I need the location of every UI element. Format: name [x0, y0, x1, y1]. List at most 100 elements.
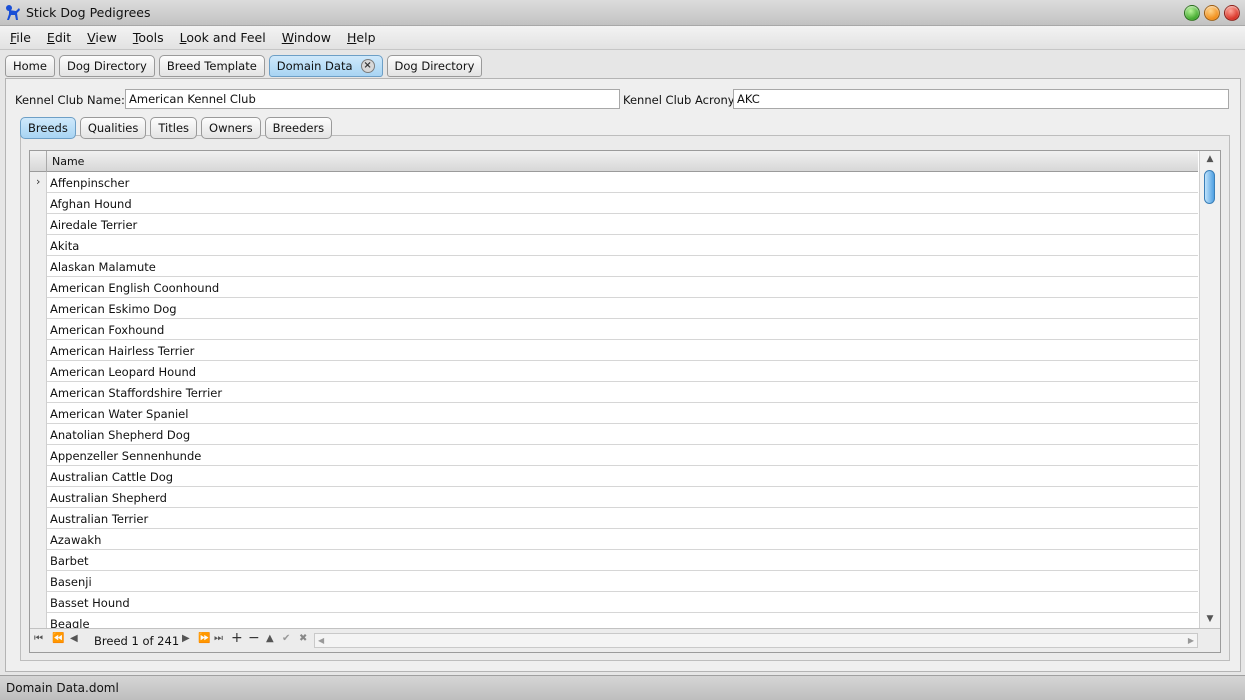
- tab-breed-template[interactable]: Breed Template: [158, 55, 265, 77]
- row-selector[interactable]: [30, 361, 47, 382]
- tab-home[interactable]: Home: [5, 55, 55, 77]
- minimize-button[interactable]: [1204, 5, 1220, 21]
- row-selector[interactable]: [30, 466, 47, 487]
- first-page-icon[interactable]: ⏮: [34, 633, 43, 644]
- tab-label: Dog Directory: [394, 59, 475, 73]
- tab-domain-data[interactable]: Domain Data ×: [268, 55, 383, 77]
- vertical-scrollbar[interactable]: ▲ ▼: [1199, 151, 1220, 628]
- row-selector[interactable]: [30, 235, 47, 256]
- table-row[interactable]: Australian Shepherd: [30, 487, 1198, 508]
- scroll-left-icon[interactable]: ◀: [318, 634, 324, 647]
- scroll-thumb[interactable]: [1204, 170, 1215, 204]
- commit-edit-icon[interactable]: ✔: [282, 633, 290, 644]
- tab-qualities[interactable]: Qualities: [79, 117, 147, 139]
- maximize-button[interactable]: [1184, 5, 1200, 21]
- move-up-icon[interactable]: ▲: [266, 633, 274, 644]
- kennel-club-acronym-label: Kennel Club Acronym:: [623, 93, 750, 107]
- row-selector[interactable]: [30, 193, 47, 214]
- header-corner: [30, 151, 47, 172]
- tab-owners[interactable]: Owners: [201, 117, 261, 139]
- row-selector[interactable]: [30, 445, 47, 466]
- table-row[interactable]: Akita: [30, 235, 1198, 256]
- kennel-club-acronym-input[interactable]: [733, 89, 1229, 109]
- table-row[interactable]: American English Coonhound: [30, 277, 1198, 298]
- tab-label: Owners: [209, 121, 253, 135]
- menu-look-and-feel[interactable]: Look and Feel: [172, 27, 274, 48]
- row-selector[interactable]: [30, 277, 47, 298]
- row-selector[interactable]: [30, 571, 47, 592]
- row-selector[interactable]: [30, 592, 47, 613]
- tab-dog-directory[interactable]: Dog Directory: [58, 55, 155, 77]
- table-row[interactable]: Australian Cattle Dog: [30, 466, 1198, 487]
- horizontal-scrollbar[interactable]: ◀ ▶: [314, 633, 1198, 648]
- menu-tools[interactable]: Tools: [125, 27, 172, 48]
- row-selector[interactable]: [30, 508, 47, 529]
- tab-label: Breeders: [272, 121, 325, 135]
- breed-name-cell: Australian Shepherd: [50, 491, 167, 505]
- row-selector[interactable]: [30, 613, 47, 628]
- cancel-edit-icon[interactable]: ✖: [299, 633, 307, 644]
- menu-file[interactable]: File: [2, 27, 39, 48]
- tab-dog-directory-2[interactable]: Dog Directory: [386, 55, 483, 77]
- table-row[interactable]: Azawakh: [30, 529, 1198, 550]
- row-selector[interactable]: [30, 487, 47, 508]
- row-selector[interactable]: ›: [30, 172, 47, 193]
- row-selector[interactable]: [30, 340, 47, 361]
- table-row[interactable]: Alaskan Malamute: [30, 256, 1198, 277]
- row-selector[interactable]: [30, 403, 47, 424]
- next-record-icon[interactable]: ▶: [182, 633, 190, 644]
- domain-tabs: Breeds Qualities Titles Owners Breeders: [20, 117, 333, 139]
- table-row[interactable]: American Foxhound: [30, 319, 1198, 340]
- menu-view[interactable]: View: [79, 27, 125, 48]
- close-window-button[interactable]: [1224, 5, 1240, 21]
- table-row[interactable]: Appenzeller Sennenhunde: [30, 445, 1198, 466]
- row-selector[interactable]: [30, 298, 47, 319]
- previous-record-icon[interactable]: ◀: [70, 633, 78, 644]
- table-row[interactable]: Barbet: [30, 550, 1198, 571]
- tab-breeds[interactable]: Breeds: [20, 117, 76, 139]
- row-selector[interactable]: [30, 214, 47, 235]
- breed-name-cell: American Eskimo Dog: [50, 302, 177, 316]
- breed-name-cell: Akita: [50, 239, 80, 253]
- table-row[interactable]: American Water Spaniel: [30, 403, 1198, 424]
- next-page-icon[interactable]: ⏩: [198, 633, 210, 644]
- table-row[interactable]: American Hairless Terrier: [30, 340, 1198, 361]
- scroll-down-icon[interactable]: ▼: [1200, 611, 1220, 628]
- close-tab-icon[interactable]: ×: [360, 59, 375, 73]
- row-selector[interactable]: [30, 382, 47, 403]
- row-selector[interactable]: [30, 319, 47, 340]
- tab-titles[interactable]: Titles: [150, 117, 198, 139]
- table-row[interactable]: Airedale Terrier: [30, 214, 1198, 235]
- row-selector[interactable]: [30, 550, 47, 571]
- table-row[interactable]: Anatolian Shepherd Dog: [30, 424, 1198, 445]
- last-page-icon[interactable]: ⏭: [214, 633, 223, 644]
- tab-breeders[interactable]: Breeders: [264, 117, 333, 139]
- table-row[interactable]: › Affenpinscher: [30, 172, 1198, 193]
- row-selector[interactable]: [30, 529, 47, 550]
- record-navigator: ⏮ ⏪ ◀ Breed 1 of 241 ▶ ⏩ ⏭ + − ▲ ✔ ✖ ◀ ▶: [30, 628, 1220, 652]
- column-header-name[interactable]: Name: [52, 155, 84, 168]
- breed-name-cell: Airedale Terrier: [50, 218, 138, 232]
- table-row[interactable]: Basset Hound: [30, 592, 1198, 613]
- row-selector[interactable]: [30, 256, 47, 277]
- table-row[interactable]: American Staffordshire Terrier: [30, 382, 1198, 403]
- kennel-club-name-input[interactable]: [125, 89, 620, 109]
- row-selector[interactable]: [30, 424, 47, 445]
- breeds-panel: Name › Affenpinscher Afghan Hound Airedale …: [20, 135, 1230, 661]
- menu-help[interactable]: Help: [339, 27, 384, 48]
- tab-label: Titles: [158, 121, 190, 135]
- table-row[interactable]: Beagle: [30, 613, 1198, 628]
- table-row[interactable]: Basenji: [30, 571, 1198, 592]
- scroll-right-icon[interactable]: ▶: [1188, 634, 1194, 647]
- table-row[interactable]: American Eskimo Dog: [30, 298, 1198, 319]
- table-row[interactable]: American Leopard Hound: [30, 361, 1198, 382]
- breed-name-cell: Basset Hound: [50, 596, 130, 610]
- table-row[interactable]: Australian Terrier: [30, 508, 1198, 529]
- remove-record-icon[interactable]: −: [248, 630, 260, 646]
- menu-edit[interactable]: Edit: [39, 27, 79, 48]
- menu-window[interactable]: Window: [274, 27, 339, 48]
- add-record-icon[interactable]: +: [231, 630, 243, 646]
- scroll-up-icon[interactable]: ▲: [1200, 151, 1220, 168]
- table-row[interactable]: Afghan Hound: [30, 193, 1198, 214]
- previous-page-icon[interactable]: ⏪: [52, 633, 64, 644]
